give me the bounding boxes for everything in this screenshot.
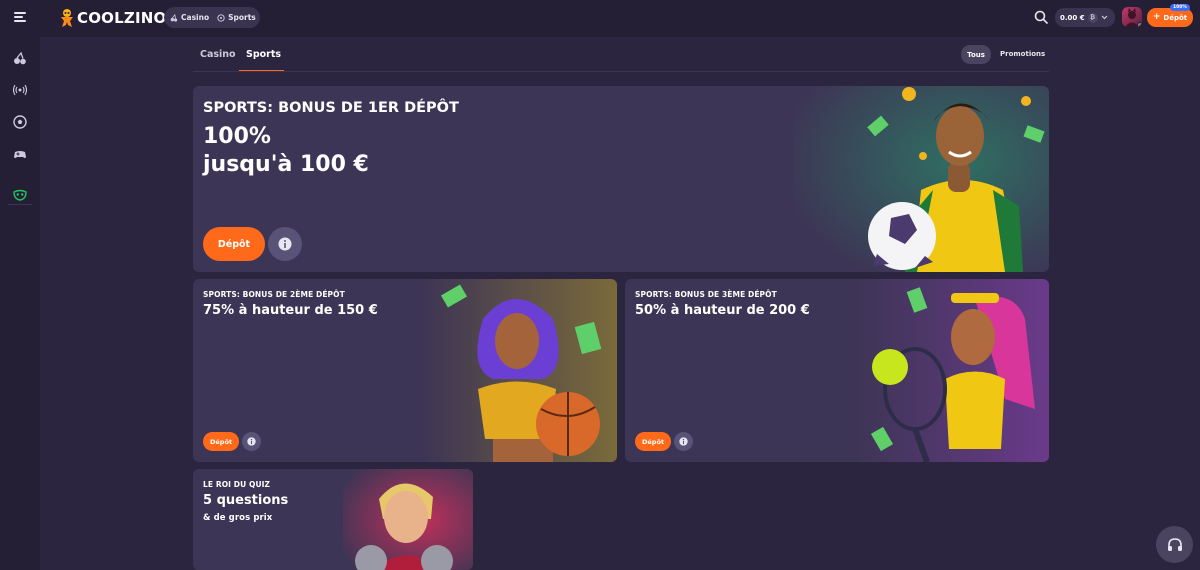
filter-all-button[interactable]: Tous [961, 45, 991, 64]
tab-casino[interactable]: Casino [200, 49, 236, 60]
avatar[interactable] [1122, 7, 1142, 27]
switch-sports[interactable]: Sports [217, 13, 256, 22]
basketball-player-illustration [423, 279, 617, 462]
sidebar-divider [8, 204, 32, 205]
gamepad-icon[interactable] [13, 147, 27, 161]
logo-text: COOLZINO [77, 9, 167, 27]
cherry-icon [170, 13, 178, 22]
promo-subtitle: SPORTS: BONUS DE 3ÈME DÉPÔT [635, 290, 777, 299]
headset-icon [1167, 537, 1182, 551]
deposit-button-label: Dépôt [1163, 13, 1188, 22]
promo-card-first-deposit[interactable]: SPORTS: BONUS DE 1ER DÉPÔT 100% jusqu'à … [193, 86, 1049, 272]
promo-title: 5 questions [203, 493, 289, 508]
promo-percentage: 100% [203, 124, 271, 149]
deposit-badge: 100% [1170, 4, 1190, 11]
promo-title: 75% à hauteur de 150 € [203, 303, 378, 318]
promo-amount: jusqu'à 100 € [203, 152, 369, 177]
filter-promotions-button[interactable]: Promotions [1000, 50, 1045, 58]
search-icon[interactable] [1034, 10, 1048, 24]
switch-casino-label: Casino [181, 13, 210, 22]
promo-tagline: & de gros prix [203, 513, 273, 523]
tab-sports[interactable]: Sports [246, 49, 281, 60]
boxer-illustration [343, 469, 473, 570]
promo-card-third-deposit[interactable]: SPORTS: BONUS DE 3ÈME DÉPÔT 50% à hauteu… [625, 279, 1049, 462]
menu-icon[interactable] [14, 12, 26, 22]
info-icon [278, 237, 292, 251]
football-icon[interactable] [13, 115, 27, 129]
product-switch: Casino Sports [164, 7, 260, 28]
logo-mascot-icon [61, 9, 73, 27]
balance-amount: 0.00 € [1060, 13, 1085, 22]
cherry-icon[interactable] [13, 51, 27, 65]
ball-icon [217, 13, 225, 22]
promo-subtitle: SPORTS: BONUS DE 1ER DÉPÔT [203, 100, 459, 116]
top-bar: COOLZINO Casino Sports 0.00 € ₿ + Dépôt … [0, 0, 1200, 37]
promo-subtitle: LE ROI DU QUIZ [203, 480, 271, 489]
chevron-down-icon [1101, 15, 1108, 20]
mask-icon[interactable] [13, 188, 27, 202]
info-button[interactable] [674, 432, 693, 451]
info-button[interactable] [242, 432, 261, 451]
status-dot [1137, 22, 1142, 27]
promo-title: 50% à hauteur de 200 € [635, 303, 810, 318]
plus-icon: + [1152, 12, 1161, 22]
balance-selector[interactable]: 0.00 € ₿ [1055, 8, 1115, 27]
broadcast-icon[interactable] [13, 83, 27, 97]
info-button[interactable] [268, 227, 302, 261]
switch-sports-label: Sports [228, 13, 256, 22]
deposit-button[interactable]: Dépôt [203, 432, 239, 451]
deposit-button[interactable]: Dépôt [203, 227, 265, 261]
currency-icon: ₿ [1087, 12, 1098, 23]
info-icon [247, 437, 256, 446]
promo-card-quiz[interactable]: LE ROI DU QUIZ 5 questions & de gros pri… [193, 469, 473, 570]
promo-subtitle: SPORTS: BONUS DE 2ÈME DÉPÔT [203, 290, 345, 299]
sidebar [0, 37, 40, 570]
footballer-illustration [793, 86, 1049, 272]
promo-card-second-deposit[interactable]: SPORTS: BONUS DE 2ÈME DÉPÔT 75% à hauteu… [193, 279, 617, 462]
switch-casino[interactable]: Casino [170, 13, 209, 22]
logo[interactable]: COOLZINO [59, 8, 166, 28]
support-chat-button[interactable] [1156, 526, 1193, 563]
deposit-button[interactable]: Dépôt [635, 432, 671, 451]
info-icon [679, 437, 688, 446]
tabs-divider [193, 71, 1049, 72]
tennis-player-illustration [855, 279, 1049, 462]
